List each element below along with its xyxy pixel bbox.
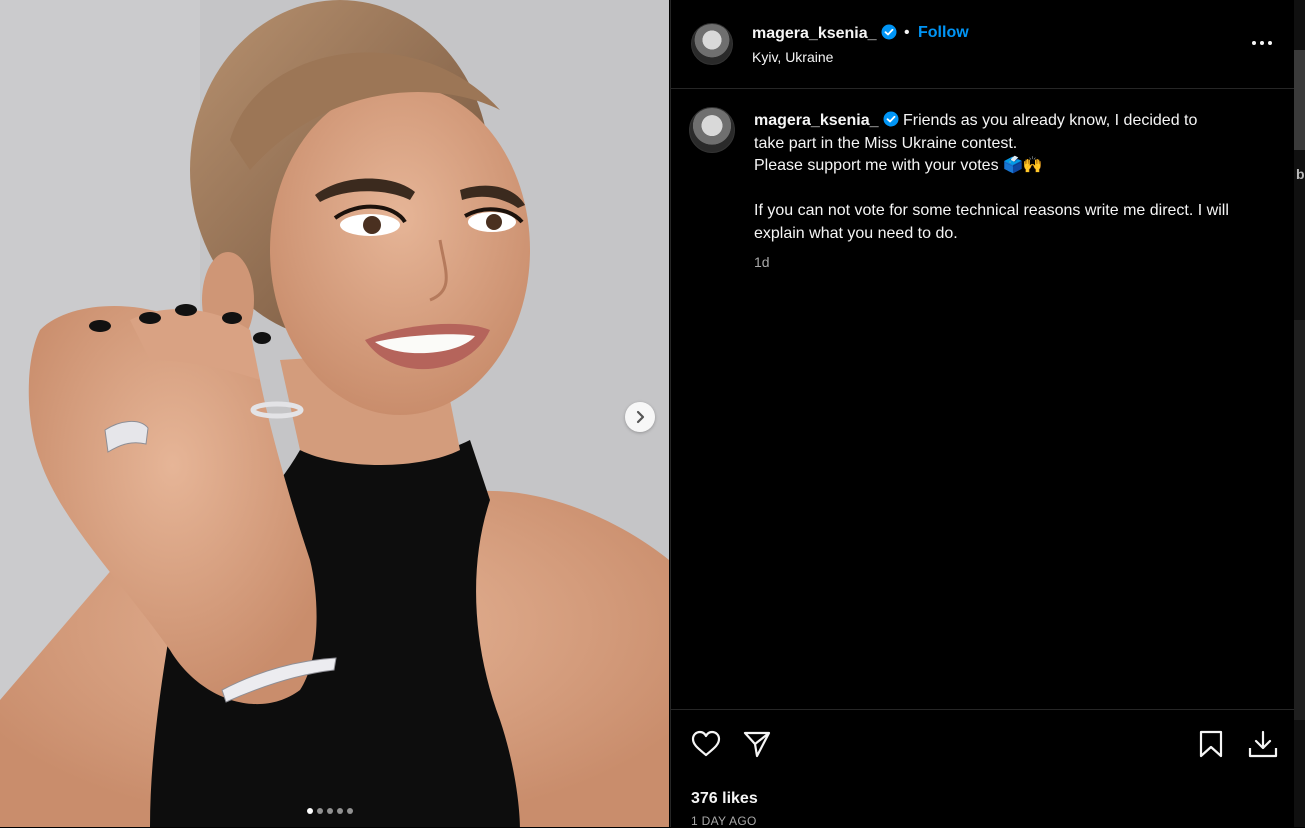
like-count[interactable]: 376 likes — [691, 790, 758, 808]
separator-dot: • — [904, 24, 910, 41]
follow-button[interactable]: Follow — [918, 24, 969, 42]
caption-line-2: take part in the Miss Ukraine contest. — [754, 134, 1018, 152]
share-icon[interactable] — [742, 729, 772, 759]
post-actions: 376 likes 1 DAY AGO — [671, 709, 1295, 828]
background-text-fragment: b — [1296, 166, 1305, 182]
heart-icon[interactable] — [691, 730, 721, 758]
caption-timestamp[interactable]: 1d — [754, 254, 770, 270]
verified-badge-icon — [883, 111, 899, 127]
caption-avatar[interactable] — [689, 107, 735, 153]
bookmark-icon[interactable] — [1198, 730, 1224, 758]
post-caption: magera_ksenia_ Friends as you already kn… — [754, 110, 1264, 245]
caption-line-3: Please support me with your votes 🗳️🙌 — [754, 157, 1043, 174]
carousel-dot — [347, 808, 353, 814]
caption-username[interactable]: magera_ksenia_ — [754, 112, 879, 129]
next-slide-button[interactable] — [625, 402, 655, 432]
post-date: 1 DAY AGO — [691, 814, 757, 828]
caption-line-1: Friends as you already know, I decided t… — [902, 112, 1198, 129]
more-options-icon[interactable] — [1249, 30, 1275, 56]
chevron-right-icon — [636, 410, 645, 424]
carousel-indicator — [307, 808, 353, 814]
background-panel — [1294, 320, 1305, 720]
download-icon[interactable] — [1247, 729, 1279, 759]
location-link[interactable]: Kyiv, Ukraine — [752, 49, 833, 65]
post-media[interactable] — [0, 0, 669, 827]
avatar[interactable] — [691, 23, 733, 65]
username-link[interactable]: magera_ksenia_ — [752, 24, 897, 43]
username-text[interactable]: magera_ksenia_ — [752, 25, 877, 42]
post-detail-panel: magera_ksenia_ • Follow Kyiv, Ukraine ma… — [670, 0, 1295, 828]
carousel-dot — [317, 808, 323, 814]
verified-badge-icon — [881, 24, 897, 40]
caption-line-4: If you can not vote for some technical r… — [754, 202, 1229, 242]
carousel-dot — [307, 808, 313, 814]
post-photo — [0, 0, 669, 827]
post-header: magera_ksenia_ • Follow Kyiv, Ukraine — [671, 0, 1295, 89]
carousel-dot — [327, 808, 333, 814]
carousel-dot — [337, 808, 343, 814]
background-thumbnail — [1294, 50, 1305, 150]
